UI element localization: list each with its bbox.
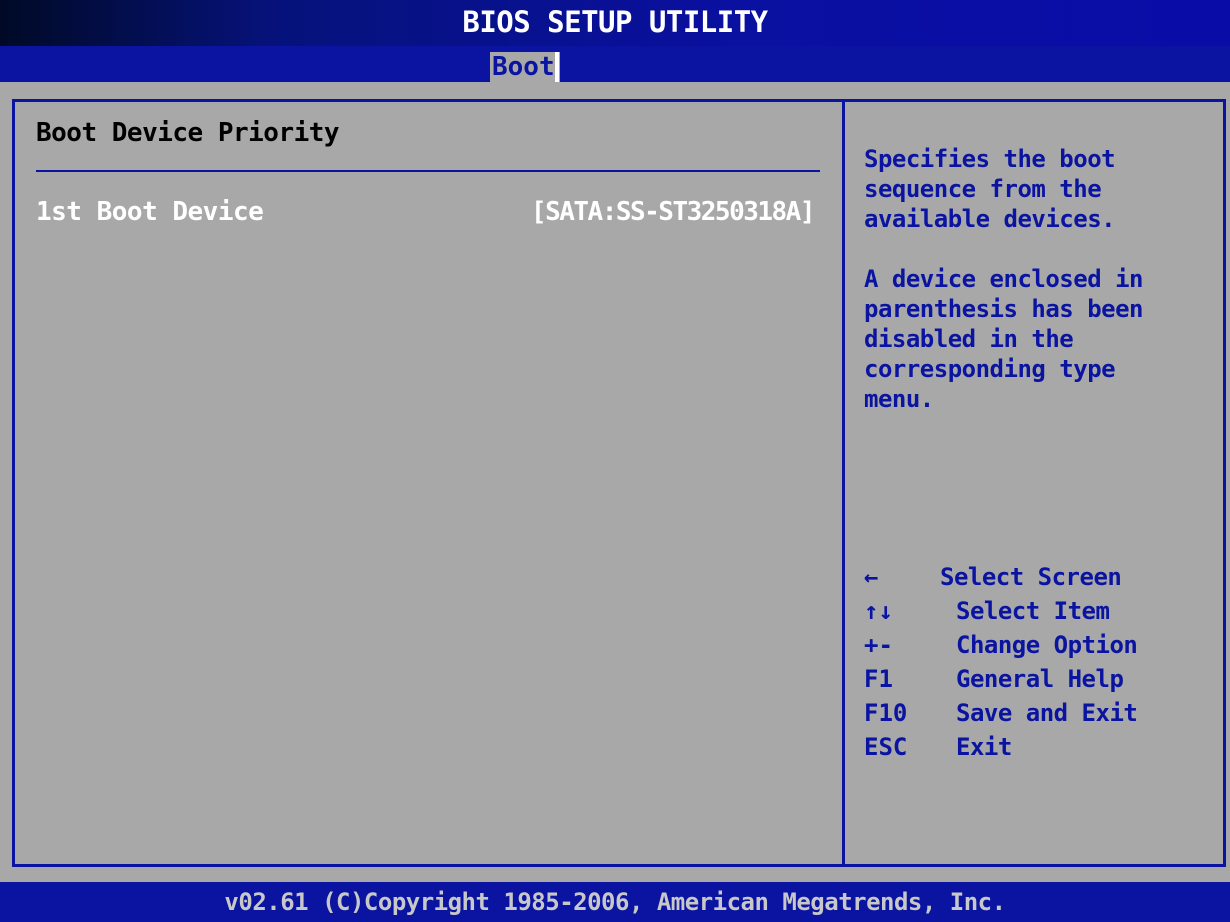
help-text-1: Specifies the boot sequence from the ava… [864,145,1116,233]
footer-bar: v02.61 (C)Copyright 1985-2006, American … [0,882,1230,922]
tab-bar: Boot [0,46,1230,82]
title-bar: BIOS SETUP UTILITY [0,0,1230,46]
key-row-general-help: F1 General Help [864,662,1214,696]
copyright-text: v02.61 (C)Copyright 1985-2006, American … [224,888,1006,916]
setting-1st-boot-device[interactable]: 1st Boot Device [SATA:SS-ST3250318A] [36,194,816,232]
key-legend: ← Select Screen ↑↓ Select Item +- Change… [864,560,1214,764]
setting-label: 1st Boot Device [36,197,264,227]
key-desc: Save and Exit [956,699,1138,727]
key-desc: Exit [956,733,1012,761]
plus-minus-icon: +- [864,631,893,659]
key-desc: Select Screen [940,563,1122,591]
key-row-select-screen: ← Select Screen [864,560,1214,594]
arrow-up-down-icon: ↑↓ [864,597,893,625]
key-label-f1: F1 [864,665,893,693]
panel-divider [842,99,845,867]
setting-value[interactable]: [SATA:SS-ST3250318A] [531,194,816,230]
tab-boot[interactable]: Boot [490,52,560,82]
section-divider [36,170,820,172]
key-label-f10: F10 [864,699,908,727]
app-title: BIOS SETUP UTILITY [462,5,768,39]
key-row-change-option: +- Change Option [864,628,1214,662]
help-text-2: A device enclosed in parenthesis has bee… [864,265,1143,413]
section-title: Boot Device Priority [36,118,340,148]
key-row-save-exit: F10 Save and Exit [864,696,1214,730]
key-desc: Change Option [956,631,1138,659]
key-row-select-item: ↑↓ Select Item [864,594,1214,628]
arrow-left-icon: ← [864,563,879,591]
key-desc: General Help [956,665,1124,693]
key-label-esc: ESC [864,733,908,761]
key-row-exit: ESC Exit [864,730,1214,764]
key-desc: Select Item [956,597,1110,625]
tab-cursor [555,52,559,82]
